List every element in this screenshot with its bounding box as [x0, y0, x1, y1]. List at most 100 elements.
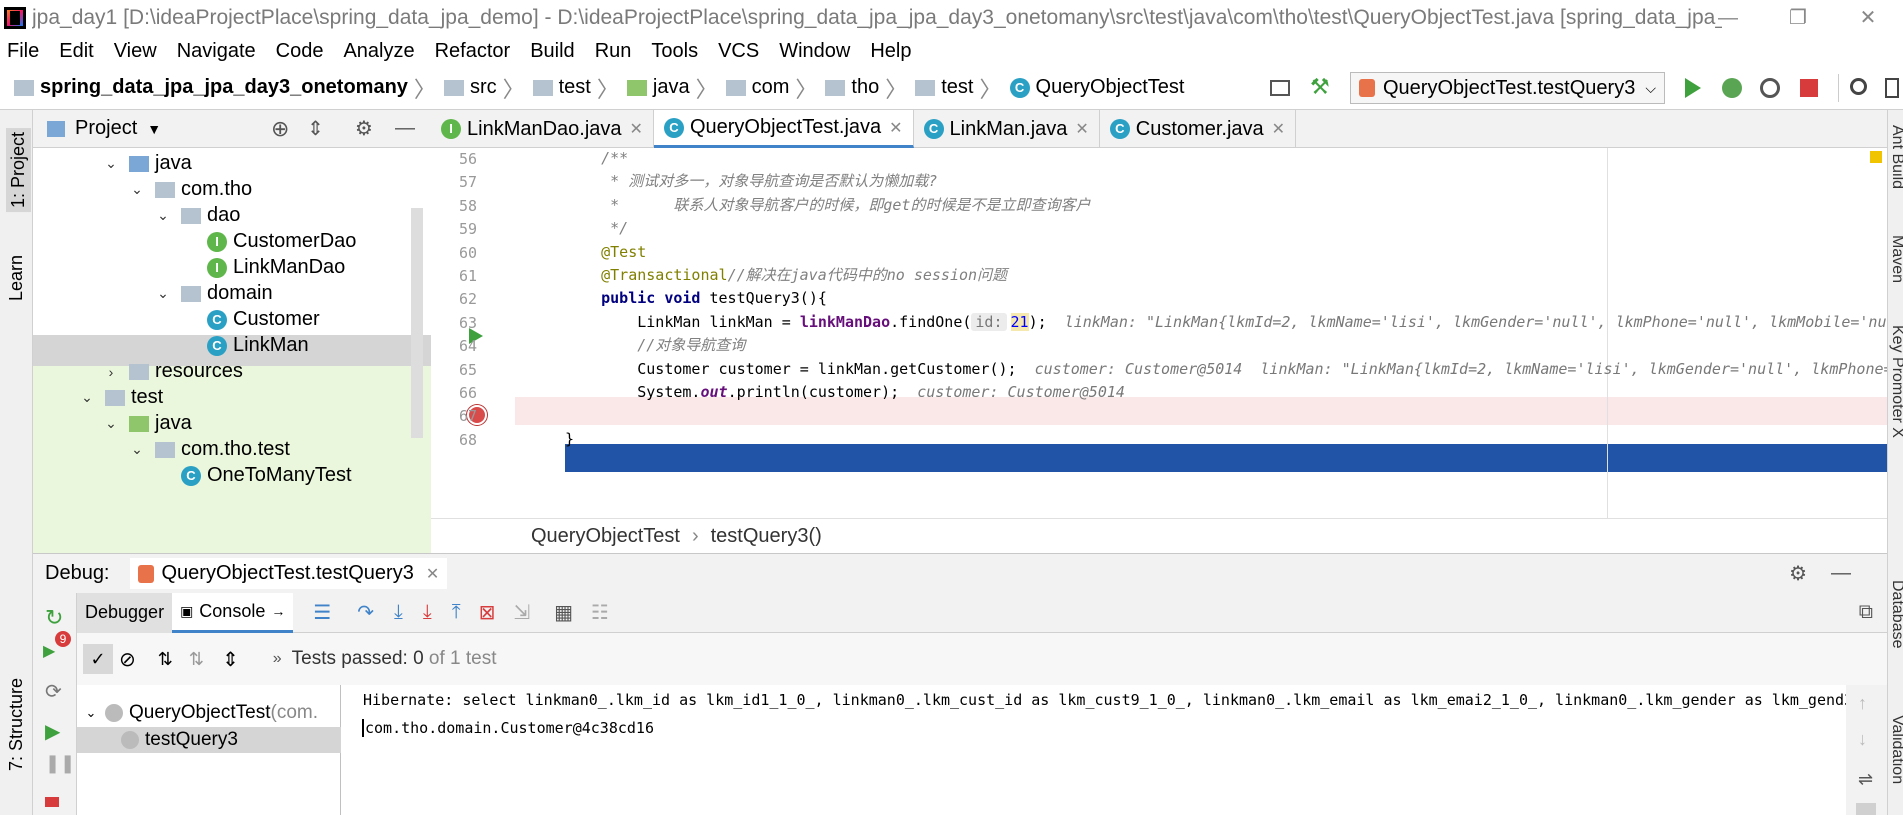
- restore-layout-icon[interactable]: ⧉: [1859, 601, 1873, 624]
- up-arrow-icon[interactable]: ↑: [1858, 693, 1867, 714]
- force-step-into-icon[interactable]: ⤓: [423, 601, 432, 624]
- breadcrumb-com[interactable]: com 〉: [725, 72, 817, 104]
- expand-all-icon[interactable]: ⇕: [222, 647, 239, 672]
- editor-crumb-class[interactable]: QueryObjectTest: [531, 525, 680, 548]
- menu-analyze[interactable]: Analyze: [343, 40, 414, 63]
- show-execution-point-icon[interactable]: ☰: [313, 600, 331, 625]
- run-configuration-select[interactable]: QueryObjectTest.testQuery3 ⌵: [1350, 72, 1665, 104]
- sort-alphabetically-icon[interactable]: ⇅: [158, 649, 173, 670]
- run-icon[interactable]: [1685, 78, 1701, 98]
- run-to-cursor-icon[interactable]: ⇲: [513, 600, 530, 625]
- test-suite-row[interactable]: ⌄ QueryObjectTest (com.: [77, 700, 341, 726]
- more-chevron-icon[interactable]: »: [273, 650, 282, 668]
- menu-navigate[interactable]: Navigate: [177, 40, 256, 63]
- breadcrumb-src[interactable]: src 〉: [443, 72, 525, 104]
- menu-window[interactable]: Window: [779, 40, 850, 63]
- breadcrumb-test[interactable]: test 〉: [532, 72, 619, 104]
- test-method-row[interactable]: testQuery3: [77, 727, 341, 753]
- close-tab-icon[interactable]: ✕: [630, 119, 643, 139]
- ant-build-tab[interactable]: Ant Build: [1888, 125, 1903, 189]
- show-passed-checkmark-icon[interactable]: ✓: [83, 644, 113, 674]
- breadcrumb-java[interactable]: java 〉: [626, 72, 718, 104]
- step-into-icon[interactable]: ⤓: [394, 601, 403, 624]
- breadcrumb-test-package[interactable]: test 〉: [915, 72, 1002, 104]
- menu-vcs[interactable]: VCS: [718, 40, 759, 63]
- menu-help[interactable]: Help: [870, 40, 911, 63]
- close-tab-icon[interactable]: ✕: [1272, 119, 1285, 139]
- expand-arrow-icon[interactable]: ⌄: [155, 285, 171, 302]
- sort-by-duration-icon[interactable]: ⇅: [189, 649, 204, 670]
- evaluate-expression-icon[interactable]: ▦: [554, 600, 573, 625]
- expand-arrow-icon[interactable]: ⌄: [129, 441, 145, 458]
- project-tool-tab[interactable]: 1: Project: [6, 128, 31, 213]
- minimize-button[interactable]: —: [1693, 0, 1763, 36]
- tab-queryobjecttest[interactable]: C QueryObjectTest.java ✕: [653, 110, 914, 148]
- tab-console[interactable]: ▣ Console →: [172, 592, 294, 633]
- maven-tab[interactable]: Maven: [1888, 235, 1903, 283]
- collapse-all-icon[interactable]: ⇕: [307, 116, 324, 141]
- hide-panel-icon[interactable]: —: [395, 117, 415, 140]
- close-window-button[interactable]: ✕: [1833, 0, 1903, 36]
- menu-tools[interactable]: Tools: [651, 40, 698, 63]
- menu-refactor[interactable]: Refactor: [435, 40, 511, 63]
- expand-arrow-icon[interactable]: ⌄: [103, 415, 119, 432]
- drop-frame-icon[interactable]: ⊠: [479, 600, 496, 625]
- menu-file[interactable]: File: [7, 40, 39, 63]
- tree-item[interactable]: C OneToManyTest: [155, 460, 352, 491]
- menu-code[interactable]: Code: [276, 40, 324, 63]
- tab-debugger[interactable]: Debugger: [77, 592, 173, 633]
- search-icon[interactable]: [1850, 78, 1867, 95]
- expand-arrow-icon[interactable]: ⌄: [129, 181, 145, 198]
- stop-icon[interactable]: [1800, 79, 1818, 97]
- close-tab-icon[interactable]: ✕: [1075, 119, 1088, 139]
- scroll-to-end-icon[interactable]: [1856, 803, 1876, 815]
- gear-icon[interactable]: ⚙: [1789, 561, 1807, 586]
- menu-run[interactable]: Run: [595, 40, 632, 63]
- debug-bug-icon[interactable]: [1722, 78, 1742, 98]
- layout-icon[interactable]: [1270, 80, 1290, 96]
- hide-panel-icon[interactable]: —: [1831, 562, 1851, 585]
- restore-button[interactable]: ❐: [1763, 0, 1833, 36]
- chevron-down-icon[interactable]: ⌄: [77, 705, 105, 721]
- close-tab-icon[interactable]: ✕: [889, 118, 902, 138]
- expand-arrow-icon[interactable]: ⌄: [103, 155, 119, 172]
- breadcrumb-class[interactable]: C QueryObjectTest: [1009, 76, 1184, 99]
- project-view-title[interactable]: Project: [75, 117, 137, 140]
- breadcrumb-tho[interactable]: tho 〉: [825, 72, 907, 104]
- stop-icon[interactable]: [45, 797, 59, 807]
- coverage-icon[interactable]: [1760, 78, 1780, 98]
- tab-customer[interactable]: C Customer.java ✕: [1100, 110, 1297, 148]
- code-editor[interactable]: /** * 测试对多一，对象导航查询是否默认为懒加载? * 联系人对象导航客户的…: [515, 148, 1887, 518]
- database-tab[interactable]: Database: [1888, 580, 1903, 649]
- expand-arrow-icon[interactable]: ⌄: [79, 389, 95, 406]
- editor-crumb-method[interactable]: testQuery3(): [711, 525, 822, 548]
- debug-session-tab[interactable]: QueryObjectTest.testQuery3 ✕: [129, 558, 448, 589]
- console-output[interactable]: Hibernate: select linkman0_.lkm_id as lk…: [341, 685, 1846, 815]
- down-arrow-icon[interactable]: ↓: [1858, 729, 1867, 750]
- bean-validation-tab[interactable]: Bean Validation: [1888, 715, 1903, 815]
- learn-tool-tab[interactable]: Learn: [6, 255, 27, 301]
- expand-arrow-icon[interactable]: ⌄: [155, 207, 171, 224]
- structure-tool-tab[interactable]: 7: Structure: [6, 678, 27, 771]
- step-over-icon[interactable]: ↷: [357, 600, 374, 625]
- soft-wrap-icon[interactable]: ⇌: [1858, 769, 1873, 790]
- breadcrumb-project[interactable]: spring_data_jpa_jpa_day3_onetomany 〉: [14, 72, 436, 104]
- expand-arrow-icon[interactable]: ›: [103, 364, 119, 380]
- editor-gutter[interactable]: 56 57 58 59 60 61 62 63 64 65 66 67 68: [431, 148, 515, 518]
- step-out-icon[interactable]: ⤒: [452, 601, 461, 624]
- tab-linkmandao[interactable]: I LinkManDao.java ✕: [431, 110, 654, 148]
- settings-overflow-icon[interactable]: [1885, 78, 1899, 98]
- show-ignored-icon[interactable]: ⊘: [119, 647, 136, 672]
- menu-edit[interactable]: Edit: [59, 40, 93, 63]
- rerun-failed-icon[interactable]: ▶: [43, 641, 55, 661]
- tree-scrollbar[interactable]: [411, 208, 423, 438]
- trace-stream-icon[interactable]: ☷: [591, 600, 609, 625]
- build-hammer-icon[interactable]: ⚒: [1310, 74, 1330, 99]
- chevron-down-icon[interactable]: ▼: [147, 121, 161, 137]
- tab-linkman[interactable]: C LinkMan.java ✕: [914, 110, 1100, 148]
- toggle-auto-test-icon[interactable]: ⟳: [45, 679, 62, 704]
- resume-program-icon[interactable]: ▶: [45, 719, 60, 744]
- gear-icon[interactable]: ⚙: [355, 116, 373, 141]
- key-promoter-tab[interactable]: Key Promoter X: [1888, 325, 1903, 438]
- locate-target-icon[interactable]: ⊕: [271, 116, 289, 142]
